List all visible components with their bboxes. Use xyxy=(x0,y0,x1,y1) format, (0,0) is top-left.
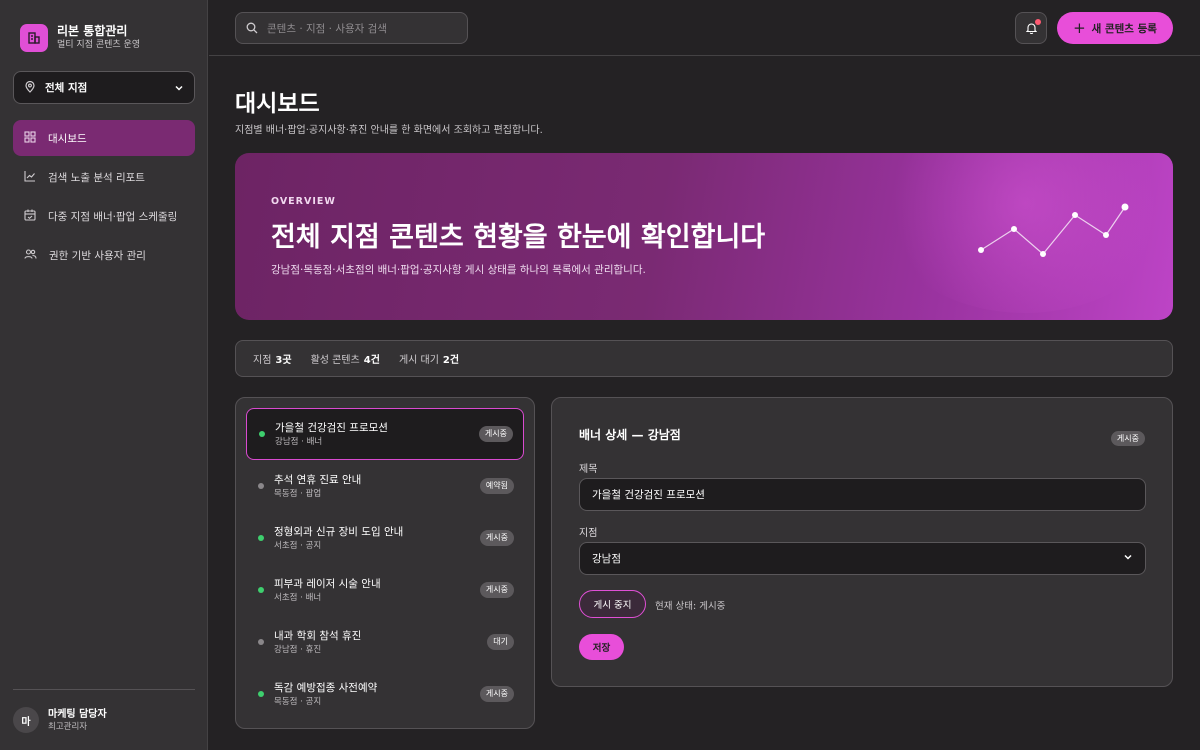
list-item[interactable]: 가을철 건강검진 프로모션 강남점 · 배너 게시중 xyxy=(246,408,524,460)
search-input[interactable]: 콘텐츠 · 지점 · 사용자 검색 xyxy=(235,12,468,44)
branch-selector[interactable]: 전체 지점 xyxy=(13,71,195,104)
banner-detail-panel: 배너 상세 — 강남점 게시중 제목 가을철 건강검진 프로모션 지점 강남점 … xyxy=(551,397,1173,687)
search-placeholder: 콘텐츠 · 지점 · 사용자 검색 xyxy=(267,22,387,35)
list-item[interactable]: 피부과 레이저 시술 안내 서초점 · 배너 게시중 xyxy=(246,564,524,616)
status-dot xyxy=(258,483,264,489)
stats-bar: 지점 3곳 활성 콘텐츠 4건 게시 대기 2건 xyxy=(235,340,1173,377)
topbar: 콘텐츠 · 지점 · 사용자 검색 + 새 콘텐츠 등록 xyxy=(209,0,1200,56)
title-field-label: 제목 xyxy=(579,464,598,475)
location-pin-icon xyxy=(24,78,36,97)
status-dot xyxy=(258,639,264,645)
new-content-button[interactable]: + 새 콘텐츠 등록 xyxy=(1057,12,1173,44)
branch-select-value: 강남점 xyxy=(592,553,621,565)
trend-chart-icon xyxy=(24,170,36,185)
list-item-meta: 강남점 · 휴진 xyxy=(274,644,322,655)
brand: 리본 통합관리 멀티 지점 콘텐츠 운영 xyxy=(20,24,140,52)
detail-title: 배너 상세 — 강남점 xyxy=(579,428,681,442)
overview-hero: OVERVIEW 전체 지점 콘텐츠 현황을 한눈에 확인합니다 강남점·목동점… xyxy=(235,153,1173,320)
sidebar-item-user-management[interactable]: 권한 기반 사용자 관리 xyxy=(13,237,195,273)
pause-publish-button[interactable]: 게시 중지 xyxy=(579,590,646,618)
save-button[interactable]: 저장 xyxy=(579,634,624,660)
list-item-title: 추석 연휴 진료 안내 xyxy=(274,473,362,486)
chevron-down-icon xyxy=(174,78,184,97)
stat-pending: 게시 대기 2건 xyxy=(398,355,460,366)
list-item-meta: 강남점 · 배너 xyxy=(275,436,323,447)
status-badge: 게시중 xyxy=(479,582,514,598)
status-badge: 게시중 xyxy=(479,530,514,546)
status-dot xyxy=(258,535,264,541)
new-content-label: 새 콘텐츠 등록 xyxy=(1091,22,1157,35)
list-item-title: 독감 예방접종 사전예약 xyxy=(274,681,378,694)
status-dot xyxy=(258,691,264,697)
sidebar-item-dashboard[interactable]: 대시보드 xyxy=(13,120,195,156)
status-dot xyxy=(258,587,264,593)
user-role: 최고관리자 xyxy=(48,721,88,732)
trend-line-icon xyxy=(978,203,1129,257)
hero-subtitle: 강남점·목동점·서초점의 배너·팝업·공지사항 게시 상태를 하나의 목록에서 … xyxy=(271,264,646,276)
list-item-title: 가을철 건강검진 프로모션 xyxy=(275,421,388,434)
plus-icon: + xyxy=(1073,18,1086,37)
list-item-meta: 목동점 · 팝업 xyxy=(274,488,322,499)
hero-title: 전체 지점 콘텐츠 현황을 한눈에 확인합니다 xyxy=(271,222,766,253)
sidebar-item-label: 권한 기반 사용자 관리 xyxy=(49,249,146,262)
page-title: 대시보드 xyxy=(235,91,320,117)
user-name: 마케팅 담당자 xyxy=(48,708,107,720)
hero-eyebrow: OVERVIEW xyxy=(271,196,336,207)
status-badge: 게시중 xyxy=(1110,431,1145,446)
list-item-title: 정형외과 신규 장비 도입 안내 xyxy=(274,525,404,538)
branch-select[interactable]: 강남점 xyxy=(579,542,1146,575)
status-badge: 게시중 xyxy=(478,426,513,442)
search-icon xyxy=(246,19,258,38)
list-item[interactable]: 내과 학회 참석 휴진 강남점 · 휴진 대기 xyxy=(246,616,524,668)
status-badge: 대기 xyxy=(487,634,514,650)
user-profile[interactable]: 마 마케팅 담당자 최고관리자 xyxy=(13,689,195,750)
list-item[interactable]: 독감 예방접종 사전예약 목동점 · 공지 게시중 xyxy=(246,668,524,720)
sidebar-item-label: 검색 노출 분석 리포트 xyxy=(48,171,145,184)
calendar-icon xyxy=(24,209,36,224)
list-item-meta: 목동점 · 공지 xyxy=(274,696,322,707)
sidebar-item-scheduling[interactable]: 다중 지점 배너·팝업 스케줄링 xyxy=(13,198,195,234)
content-list: 가을철 건강검진 프로모션 강남점 · 배너 게시중 추석 연휴 진료 안내 목… xyxy=(235,397,535,729)
page-description: 지점별 배너·팝업·공지사항·휴진 안내를 한 화면에서 조회하고 편집합니다. xyxy=(235,125,543,136)
stat-active-content: 활성 콘텐츠 4건 xyxy=(310,355,380,366)
sidebar-item-label: 다중 지점 배너·팝업 스케줄링 xyxy=(48,210,178,223)
branch-field-label: 지점 xyxy=(579,528,598,539)
building-icon xyxy=(20,24,48,52)
title-field-value: 가을철 건강검진 프로모션 xyxy=(592,489,705,501)
list-item-title: 내과 학회 참석 휴진 xyxy=(274,629,362,642)
notification-button[interactable] xyxy=(1015,12,1047,44)
list-item-meta: 서초점 · 배너 xyxy=(274,592,322,603)
users-icon xyxy=(24,248,37,263)
avatar: 마 xyxy=(13,707,39,733)
sidebar: 리본 통합관리 멀티 지점 콘텐츠 운영 전체 지점 대시보드 검색 노출 분석… xyxy=(0,0,208,750)
sidebar-item-search-report[interactable]: 검색 노출 분석 리포트 xyxy=(13,159,195,195)
brand-title: 리본 통합관리 xyxy=(57,24,128,38)
stat-branches: 지점 3곳 xyxy=(253,355,292,366)
title-field[interactable]: 가을철 건강검진 프로모션 xyxy=(579,478,1146,511)
brand-subtitle: 멀티 지점 콘텐츠 운영 xyxy=(57,40,141,50)
current-status-text: 현재 상태: 게시중 xyxy=(655,601,726,612)
chevron-down-icon xyxy=(1123,552,1133,565)
sidebar-item-label: 대시보드 xyxy=(48,132,87,145)
list-item-title: 피부과 레이저 시술 안내 xyxy=(274,577,381,590)
status-dot xyxy=(259,431,265,437)
grid-icon xyxy=(24,130,36,146)
branch-selector-value: 전체 지점 xyxy=(45,82,88,94)
notification-dot xyxy=(1035,19,1041,25)
status-badge: 예약됨 xyxy=(479,478,514,494)
sidebar-nav: 대시보드 검색 노출 분석 리포트 다중 지점 배너·팝업 스케줄링 권한 기반… xyxy=(13,120,195,276)
list-item-meta: 서초점 · 공지 xyxy=(274,540,322,551)
list-item[interactable]: 추석 연휴 진료 안내 목동점 · 팝업 예약됨 xyxy=(246,460,524,512)
list-item[interactable]: 정형외과 신규 장비 도입 안내 서초점 · 공지 게시중 xyxy=(246,512,524,564)
status-badge: 게시중 xyxy=(479,686,514,702)
